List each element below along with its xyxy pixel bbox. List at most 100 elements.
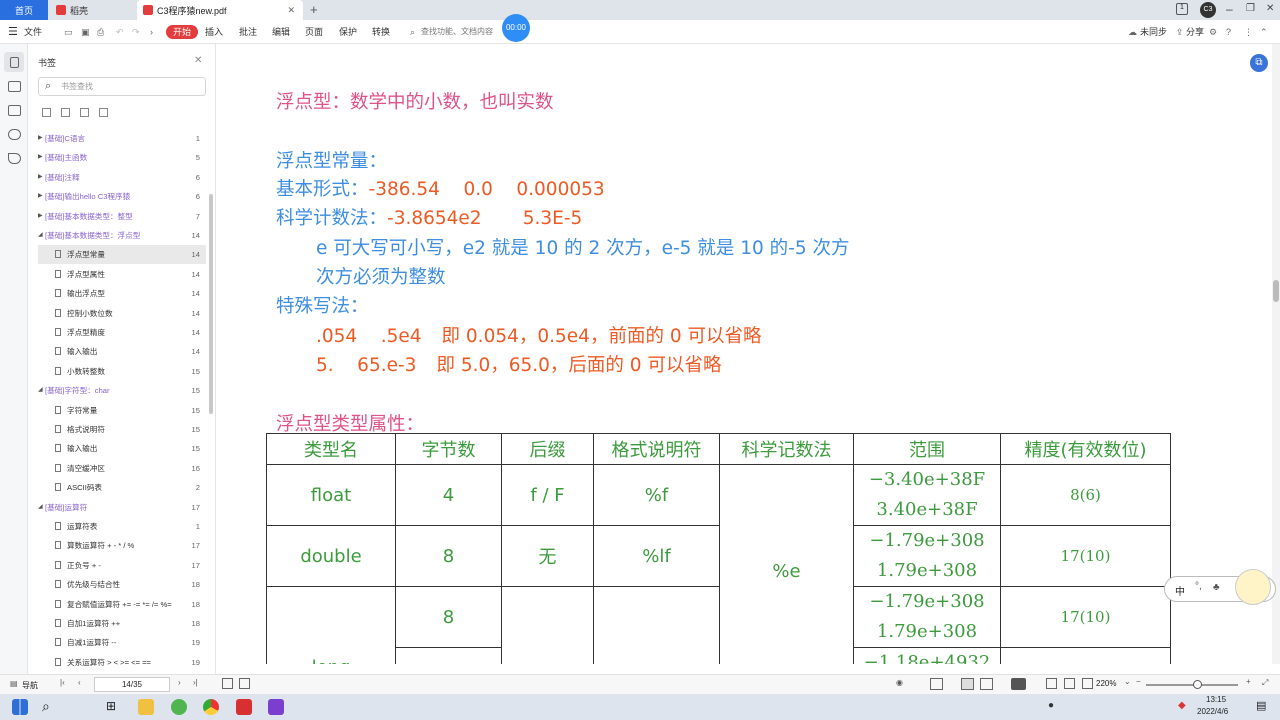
tab-edit[interactable]: 编辑 [272,25,290,39]
ime-mascot-icon[interactable] [1235,569,1271,605]
sync-status[interactable]: 未同步 [1140,25,1167,39]
ime-mode[interactable]: 中 [1175,583,1185,598]
expand-arrow-icon[interactable]: ▶ [38,148,43,167]
bookmark-item[interactable]: ◢ [基础]字符型：char 15 [38,381,206,400]
bookmark-item[interactable]: 算数运算符 + - * / % 17 [38,536,206,555]
tray-app-icon[interactable]: ◆ [1178,700,1186,711]
save-icon[interactable]: ▣ [81,25,90,39]
bookmark-item[interactable]: 优先级与结合性 18 [38,575,206,594]
bookmark-item[interactable]: ▶ [基础]主函数 5 [38,148,206,167]
window-count-icon[interactable]: 1 [1176,3,1188,15]
new-tab-icon[interactable]: + [310,2,318,17]
zoom-slider-handle[interactable] [1193,680,1202,689]
tab-insert[interactable]: 插入 [205,25,223,39]
bookmark-item[interactable]: 清空缓冲区 16 [38,459,206,478]
fit-window-icon[interactable]: ⤢ [1262,678,1268,688]
single-page-icon[interactable] [930,678,943,690]
page-number-input[interactable]: 14/35 [94,677,170,692]
fit-width-icon[interactable] [239,678,250,689]
minimize-icon[interactable]: – [1226,2,1233,16]
print-icon[interactable]: ⎙ [97,25,104,39]
bookmark-item[interactable]: 运算符表 1 [38,517,206,536]
two-page-icon[interactable] [980,678,993,690]
tab-document[interactable]: C3程序猿new.pdf ✕ [137,0,303,20]
bookmark-item[interactable]: 自减1运算符 -- 19 [38,633,206,652]
bookmark-item[interactable]: 浮点型常量 14 [38,245,206,265]
menu-icon[interactable]: ☰ [8,25,18,39]
prev-page-icon[interactable]: ‹ [78,678,81,687]
translate-icon[interactable]: ⧉ [1250,54,1268,72]
bookmark-item[interactable]: 控制小数位数 14 [38,304,206,323]
bookmark-item[interactable]: ◢ [基础]运算符 17 [38,498,206,517]
bookmark-item[interactable]: 输入输出 15 [38,439,206,458]
bookmark-item[interactable]: 正负号 + - 17 [38,556,206,575]
collapse-all-icon[interactable] [61,108,70,117]
bookmark-item[interactable]: ▶ [基础]注释 6 [38,168,206,187]
add-bookmark-icon[interactable] [80,108,89,117]
bookmark-item[interactable]: ◢ [基础]基本数据类型：浮点型 14 [38,226,206,245]
bookmark-item[interactable]: ASCII码表 2 [38,478,206,497]
bookmark-item[interactable]: ▶ [基础]输出hello C3程序猿 6 [38,187,206,206]
bookmark-item[interactable]: 输入输出 14 [38,342,206,361]
document-scrollbar[interactable] [1272,44,1280,664]
mic-icon[interactable]: ● [1048,700,1054,711]
expand-arrow-icon[interactable]: ◢ [38,498,43,517]
collapse-ribbon-icon[interactable]: ⌃ [1260,25,1268,39]
comment-icon[interactable] [8,105,21,116]
zoom-level[interactable]: 220% [1096,679,1116,688]
avatar[interactable]: C3 [1200,2,1216,18]
zoom-out-icon[interactable]: − [1136,677,1141,686]
tab-protect[interactable]: 保护 [339,25,357,39]
expand-all-icon[interactable] [42,108,51,117]
task-view-icon[interactable]: ⊞ [106,699,116,713]
close-panel-icon[interactable]: ✕ [194,55,202,66]
close-window-icon[interactable]: ✕ [1266,3,1274,14]
tab-docer[interactable]: 稻壳 [50,0,136,20]
zoom-in-icon[interactable]: + [1246,677,1251,686]
clock-time[interactable]: 13:15 [1206,695,1226,704]
eye-icon[interactable]: ◉ [896,678,903,687]
fit-page-icon[interactable] [222,678,233,689]
recording-timer[interactable]: 00:00 [502,14,530,42]
bookmark-item[interactable]: 浮点型属性 14 [38,265,206,284]
more-icon[interactable]: › [150,25,153,39]
bookmark-item[interactable]: 字符常量 15 [38,401,206,420]
start-icon[interactable] [12,699,28,715]
tab-page[interactable]: 页面 [305,25,323,39]
undo-icon[interactable]: ↶ [116,25,124,39]
expand-arrow-icon[interactable]: ◢ [38,381,43,400]
bookmark-item[interactable]: 自加1运算符 ++ 18 [38,614,206,633]
tab-convert[interactable]: 转换 [372,25,390,39]
bookmark-item[interactable]: ▶ [基础]C语言 1 [38,129,206,148]
fit-icon[interactable] [1082,678,1093,689]
close-tab-icon[interactable]: ✕ [287,5,295,16]
restore-icon[interactable]: ❐ [1246,3,1255,14]
bookmark-item[interactable]: 小数转整数 15 [38,362,206,381]
ime-toolbar[interactable]: 中 °, ♣ [1164,569,1276,605]
app360-icon[interactable] [171,699,187,715]
zoom-dropdown-icon[interactable]: ⌄ [1124,677,1131,686]
expand-arrow-icon[interactable]: ▶ [38,187,43,206]
function-search-input[interactable]: 查找功能、文档内容 [421,25,493,39]
nav-button[interactable]: 导航 [22,680,38,691]
signature-icon[interactable] [8,153,21,164]
tab-start[interactable]: 开始 [166,25,199,39]
tab-home[interactable]: 首页 [0,0,48,20]
thumbnail-icon[interactable] [8,81,21,92]
expand-arrow-icon[interactable]: ▶ [38,207,43,226]
visual-studio-icon[interactable] [268,699,284,715]
bookmark-item[interactable]: ▶ [基础]基本数据类型：整型 7 [38,207,206,226]
panel-scrollbar[interactable] [209,194,213,414]
rotate-icon[interactable] [1064,678,1075,689]
explorer-icon[interactable] [138,699,154,715]
ime-skin-icon[interactable]: ♣ [1213,582,1220,593]
continuous-icon[interactable] [961,678,974,690]
share-button[interactable]: 分享 [1186,25,1204,39]
bookmark-item[interactable]: 格式说明符 15 [38,420,206,439]
delete-bookmark-icon[interactable] [99,108,108,117]
expand-arrow-icon[interactable]: ▶ [38,168,43,187]
wps-icon[interactable] [236,699,252,715]
settings-icon[interactable]: ⚙ [1209,25,1217,39]
attachment-icon[interactable] [8,129,21,140]
ime-punct-icon[interactable]: °, [1195,581,1202,592]
